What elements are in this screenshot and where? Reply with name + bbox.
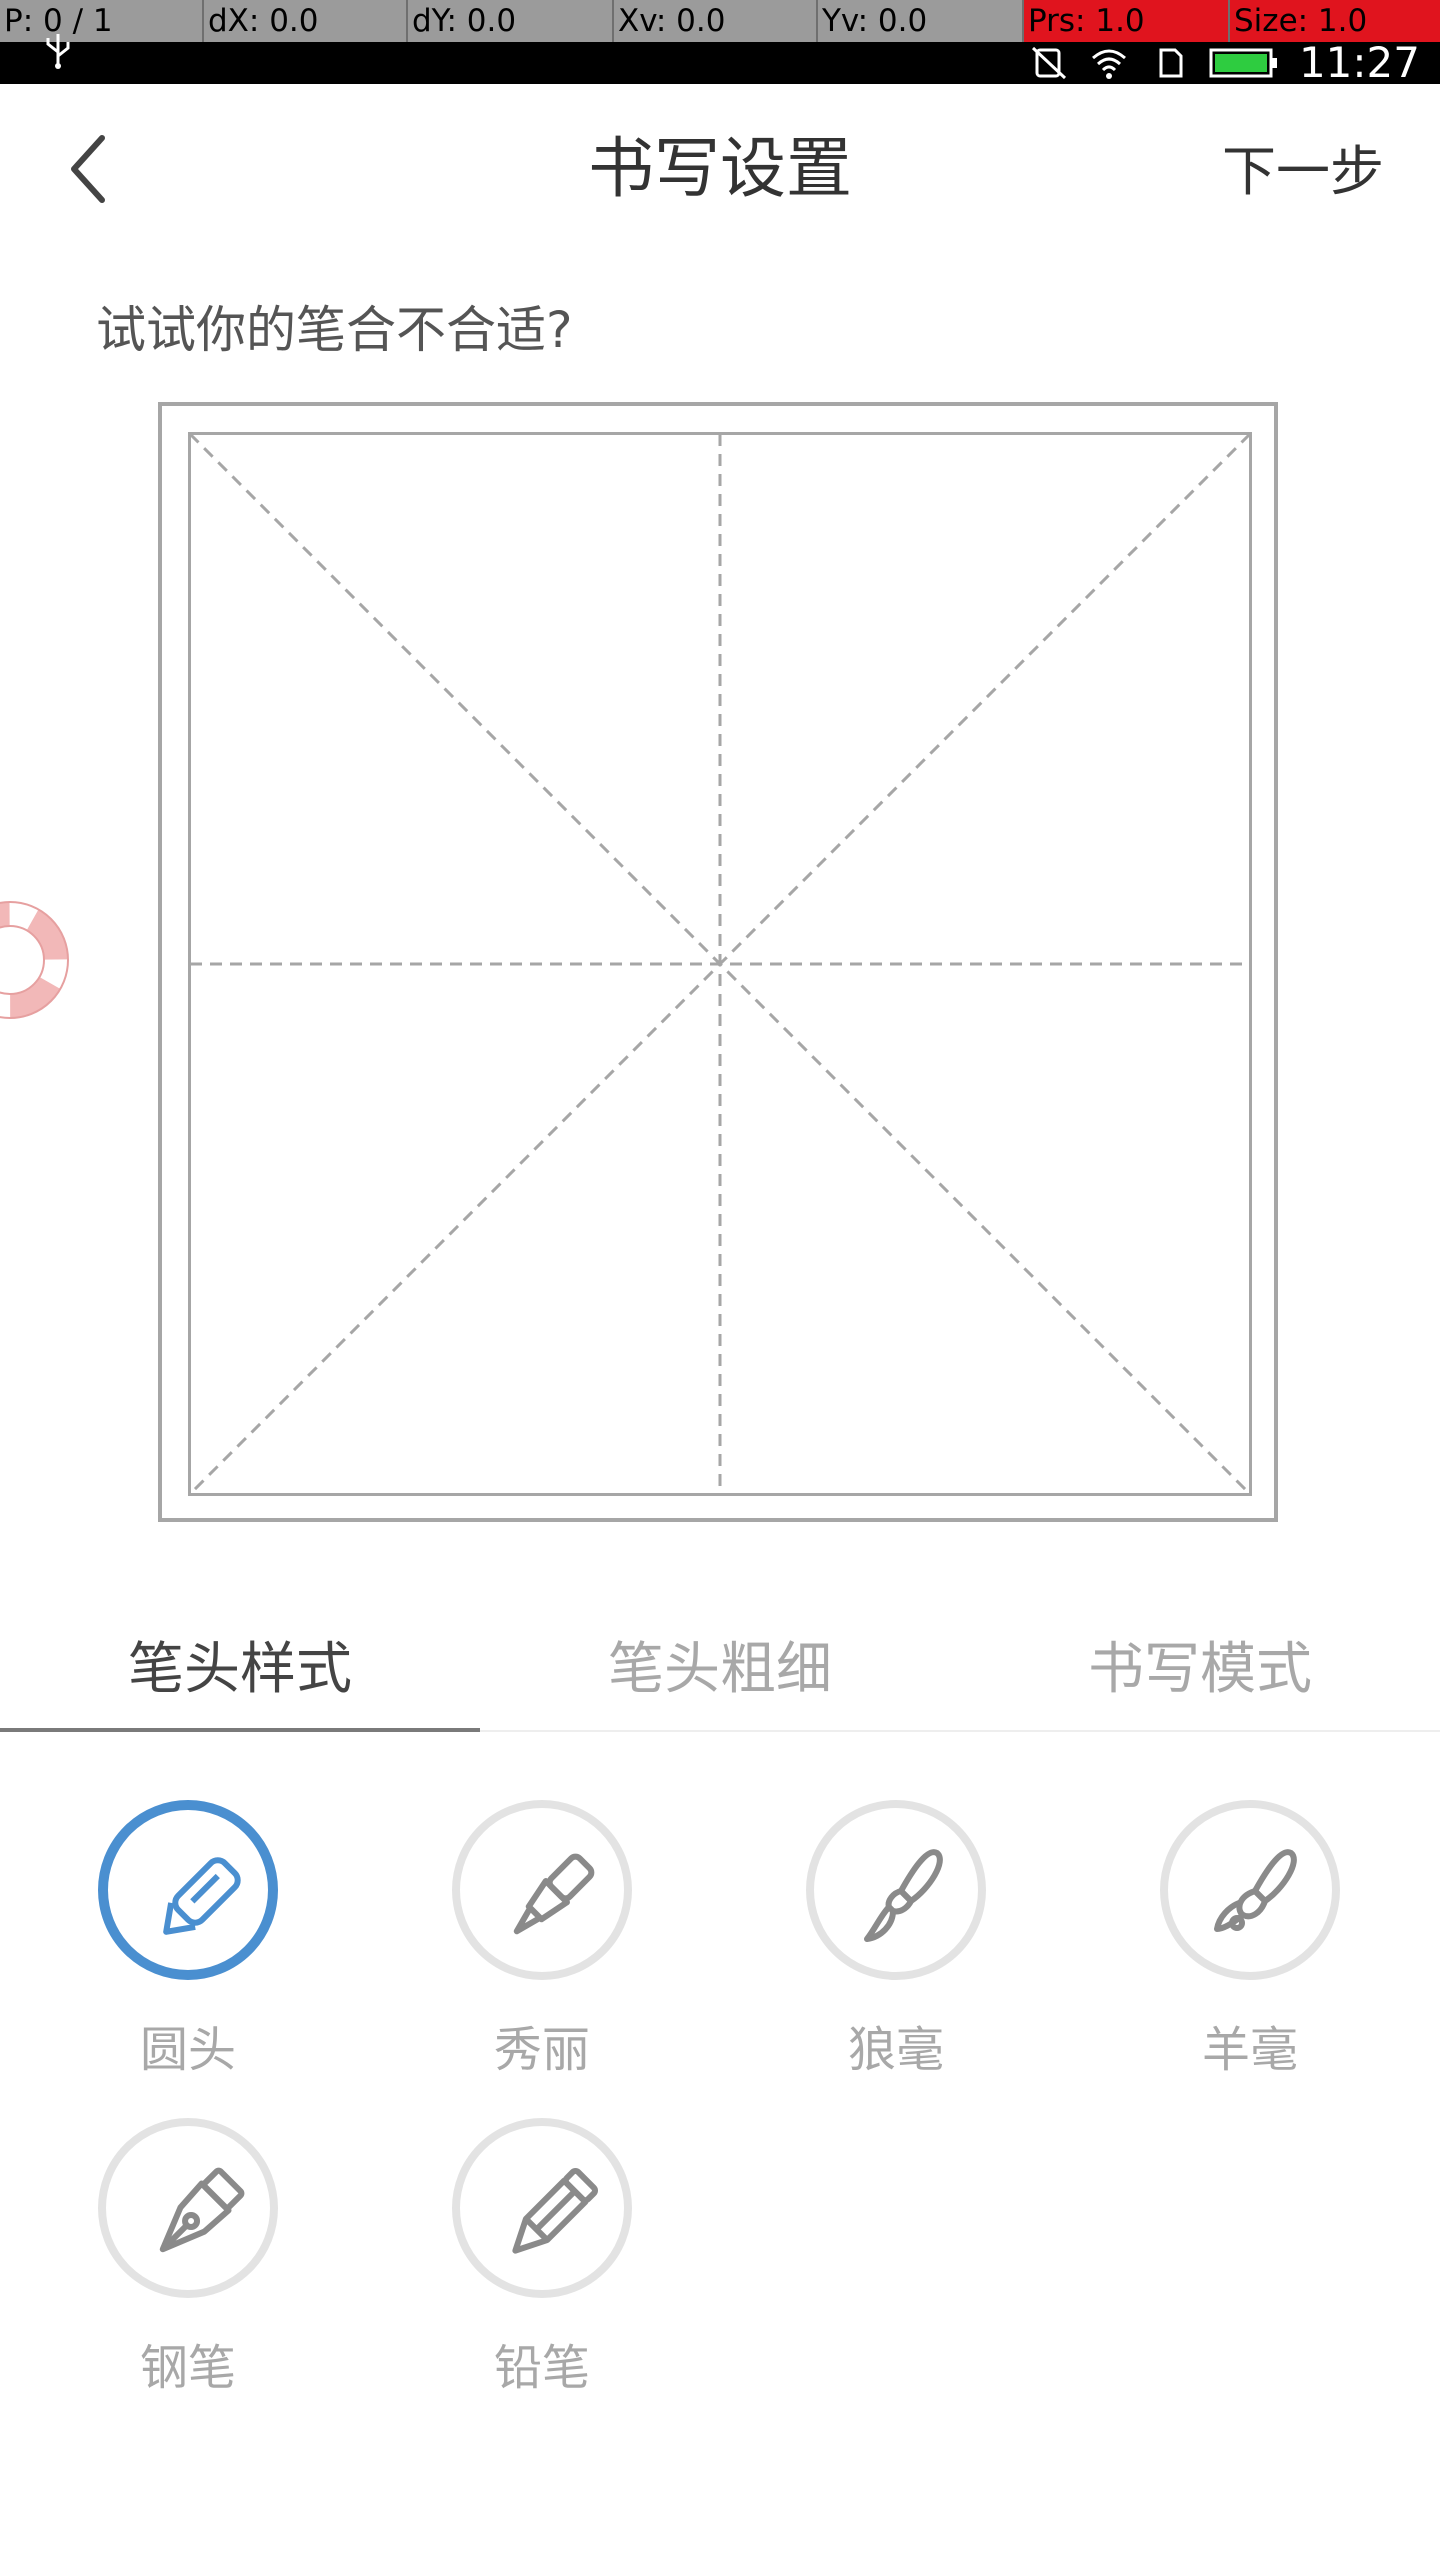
- pen-option-label: 铅笔: [493, 2340, 590, 2396]
- pencil-icon: [512, 2167, 599, 2254]
- mi-zi-grid: [188, 432, 1252, 1496]
- pen-option-label: 圆头: [139, 2022, 236, 2078]
- pen-option-label: 钢笔: [139, 2340, 236, 2396]
- pointer-debug-overlay: P: 0 / 1 dX: 0.0 dY: 0.0 Xv: 0.0 Yv: 0.0…: [0, 0, 1440, 42]
- fountain-pen-icon: [159, 2167, 245, 2253]
- battery-icon: [1209, 48, 1277, 78]
- tab-writing-mode[interactable]: 书写模式: [960, 1610, 1440, 1730]
- debug-size: Size: 1.0: [1230, 0, 1440, 42]
- next-step-button[interactable]: 下一步: [1222, 132, 1384, 212]
- tab-pen-thickness[interactable]: 笔头粗细: [480, 1610, 960, 1730]
- pen-option-round[interactable]: 圆头: [58, 1800, 318, 2100]
- pen-option-label: 秀丽: [493, 2022, 590, 2078]
- pen-option-label: 狼毫: [847, 2022, 944, 2078]
- status-icons: 11:27: [1029, 42, 1420, 84]
- rounded-pen-icon: [163, 1857, 241, 1935]
- pen-option-pencil[interactable]: 铅笔: [412, 2118, 672, 2418]
- active-tab-indicator: [0, 1728, 480, 1732]
- debug-yv: Yv: 0.0: [818, 0, 1024, 42]
- writing-canvas[interactable]: [158, 402, 1278, 1522]
- header: 书写设置 下一步: [0, 84, 1440, 254]
- goat-brush-icon: [1214, 1849, 1297, 1932]
- screen: P: 0 / 1 dX: 0.0 dY: 0.0 Xv: 0.0 Yv: 0.0…: [0, 0, 1440, 2560]
- pen-option-ring: [452, 1800, 632, 1980]
- pen-option-ring: [806, 1800, 986, 1980]
- sim-icon: [1159, 48, 1183, 78]
- debug-xv: Xv: 0.0: [614, 0, 818, 42]
- clock: 11:27: [1298, 38, 1420, 87]
- pen-option-ring: [1160, 1800, 1340, 1980]
- pen-option-fountain-pen[interactable]: 钢笔: [58, 2118, 318, 2418]
- pen-option-ring: [452, 2118, 632, 2298]
- debug-dx: dX: 0.0: [204, 0, 408, 42]
- pen-option-wolf-brush[interactable]: 狼毫: [766, 1800, 1026, 2100]
- usb-icon: [46, 34, 70, 69]
- pen-option-ring: [98, 1800, 278, 1980]
- debug-pointer: P: 0 / 1: [0, 0, 204, 42]
- pen-option-label: 羊毫: [1201, 2022, 1298, 2078]
- pen-settings-tabs: 笔头样式 笔头粗细 书写模式: [0, 1610, 1440, 1732]
- debug-pressure: Prs: 1.0: [1024, 0, 1230, 42]
- mute-icon: [1031, 46, 1066, 80]
- fine-pen-icon: [513, 1853, 595, 1935]
- pen-option-goat-brush[interactable]: 羊毫: [1120, 1800, 1380, 2100]
- tab-pen-style[interactable]: 笔头样式: [0, 1610, 480, 1730]
- wifi-icon: [1091, 49, 1126, 79]
- wolf-brush-icon: [864, 1849, 943, 1942]
- status-bar: P: 0 / 1 dX: 0.0 dY: 0.0 Xv: 0.0 Yv: 0.0…: [0, 0, 1440, 84]
- pen-option-fine[interactable]: 秀丽: [412, 1800, 672, 2100]
- prompt-text: 试试你的笔合不合适?: [96, 301, 573, 359]
- debug-dy: dY: 0.0: [408, 0, 614, 42]
- pen-option-ring: [98, 2118, 278, 2298]
- lifebuoy-icon[interactable]: [0, 900, 70, 1020]
